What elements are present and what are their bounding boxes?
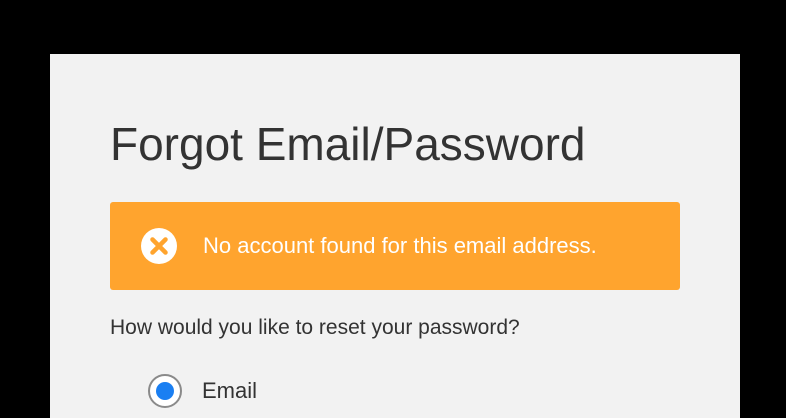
dialog-title: Forgot Email/Password xyxy=(110,118,586,170)
reset-option-email[interactable]: Email xyxy=(148,371,257,411)
error-x-circle-icon xyxy=(141,228,177,264)
error-alert: No account found for this email address. xyxy=(110,202,680,290)
email-option-label: Email xyxy=(202,378,258,403)
error-message: No account found for this email address. xyxy=(203,233,597,258)
reset-method-question: How would you like to reset your passwor… xyxy=(110,316,520,339)
radio-selected-dot xyxy=(156,382,174,400)
forgot-password-dialog: Forgot Email/Password No account found f… xyxy=(50,54,740,418)
email-radio-button[interactable] xyxy=(148,374,182,408)
